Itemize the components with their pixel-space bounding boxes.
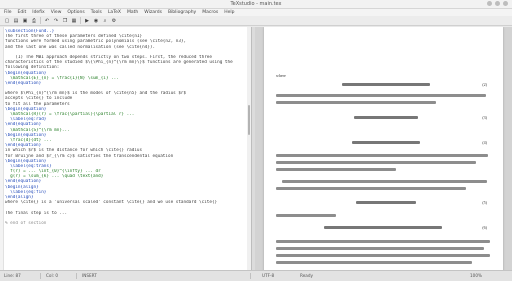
copy-icon[interactable]: ❐ bbox=[62, 18, 68, 24]
equation-number: (5) bbox=[482, 200, 487, 205]
compile-icon[interactable]: ▶ bbox=[84, 18, 90, 24]
pdf-viewer[interactable]: where (2) (3) (4) (5) (6) bbox=[255, 27, 512, 270]
menu-item-tools[interactable]: Tools bbox=[91, 9, 102, 16]
redo-icon[interactable]: ↷ bbox=[53, 18, 59, 24]
equation-number: (3) bbox=[482, 115, 487, 120]
text-line bbox=[276, 94, 486, 97]
menu-item-wizards[interactable]: Wizards bbox=[144, 9, 162, 16]
search-icon[interactable]: ⌕ bbox=[102, 18, 108, 24]
toolbar: ▢ ▤ ▣ ⎙ ↶ ↷ ❐ ▦ ▶ ◉ ⌕ ⚙ bbox=[0, 16, 512, 26]
status-bar: Line: 87 Col: 0 INSERT UTF-8 Ready 100% bbox=[0, 270, 512, 281]
text-line bbox=[276, 254, 490, 257]
status-divider bbox=[40, 273, 41, 279]
menu-item-math[interactable]: Math bbox=[127, 9, 138, 16]
menu-item-idefix[interactable]: Idefix bbox=[32, 9, 44, 16]
undo-icon[interactable]: ↶ bbox=[44, 18, 50, 24]
text-line bbox=[276, 161, 476, 164]
line-gutter bbox=[0, 27, 4, 270]
menu-item-edit[interactable]: Edit bbox=[18, 9, 27, 16]
text-line bbox=[282, 180, 487, 183]
title-bar: TeXstudio - main.tex bbox=[0, 0, 512, 9]
new-file-icon[interactable]: ▢ bbox=[4, 18, 10, 24]
equation-4 bbox=[356, 201, 416, 204]
text-line bbox=[276, 168, 396, 171]
minimize-button[interactable] bbox=[487, 1, 492, 6]
menu-item-latex[interactable]: LaTeX bbox=[108, 9, 121, 16]
code-line[interactable]: where \cite{} is a 'universal scaled' co… bbox=[5, 200, 245, 205]
source-code[interactable]: \subsection{Fund..} The first three of th… bbox=[5, 29, 245, 226]
equation-number: (2) bbox=[482, 82, 487, 87]
save-icon[interactable]: ▣ bbox=[22, 18, 28, 24]
editor-scrollbar[interactable] bbox=[247, 27, 251, 270]
print-icon[interactable]: ⎙ bbox=[31, 18, 37, 24]
equation-2 bbox=[354, 116, 418, 119]
status-divider bbox=[76, 273, 77, 279]
menu-item-view[interactable]: View bbox=[51, 9, 62, 16]
editor-pane[interactable]: \subsection{Fund..} The first three of th… bbox=[0, 27, 252, 270]
code-line[interactable]: % end of section bbox=[5, 221, 245, 226]
text-line bbox=[276, 240, 490, 243]
window-title: TeXstudio - main.tex bbox=[230, 1, 282, 7]
equation-5 bbox=[324, 226, 442, 229]
text-line bbox=[276, 261, 472, 264]
toolbar-separator bbox=[40, 17, 41, 24]
text-line bbox=[276, 247, 484, 250]
pdf-page: where (2) (3) (4) (5) (6) bbox=[264, 27, 503, 270]
equation-number: (4) bbox=[482, 140, 487, 145]
equation-number: (6) bbox=[482, 225, 487, 230]
equation-3 bbox=[352, 141, 420, 144]
maximize-button[interactable] bbox=[495, 1, 500, 6]
paragraph-start: where bbox=[276, 73, 286, 78]
menu-bar: File Edit Idefix View Options Tools LaTeX Math W… bbox=[0, 9, 512, 16]
text-line bbox=[276, 187, 466, 190]
menu-item-options[interactable]: Options bbox=[67, 9, 84, 16]
menu-item-file[interactable]: File bbox=[4, 9, 12, 16]
editor-scroll-thumb[interactable] bbox=[248, 105, 250, 135]
menu-item-help[interactable]: Help bbox=[224, 9, 234, 16]
window-controls bbox=[487, 1, 508, 6]
view-icon[interactable]: ◉ bbox=[93, 18, 99, 24]
equation-1 bbox=[342, 83, 430, 86]
toolbar-separator bbox=[80, 17, 81, 24]
text-line bbox=[276, 101, 436, 104]
menu-item-bibliography[interactable]: Bibliography bbox=[168, 9, 196, 16]
text-line bbox=[276, 214, 336, 217]
close-button[interactable] bbox=[503, 1, 508, 6]
paste-icon[interactable]: ▦ bbox=[71, 18, 77, 24]
settings-icon[interactable]: ⚙ bbox=[111, 18, 117, 24]
text-line bbox=[276, 154, 488, 157]
menu-item-macros[interactable]: Macros bbox=[202, 9, 218, 16]
status-divider bbox=[250, 273, 251, 279]
open-file-icon[interactable]: ▤ bbox=[13, 18, 19, 24]
